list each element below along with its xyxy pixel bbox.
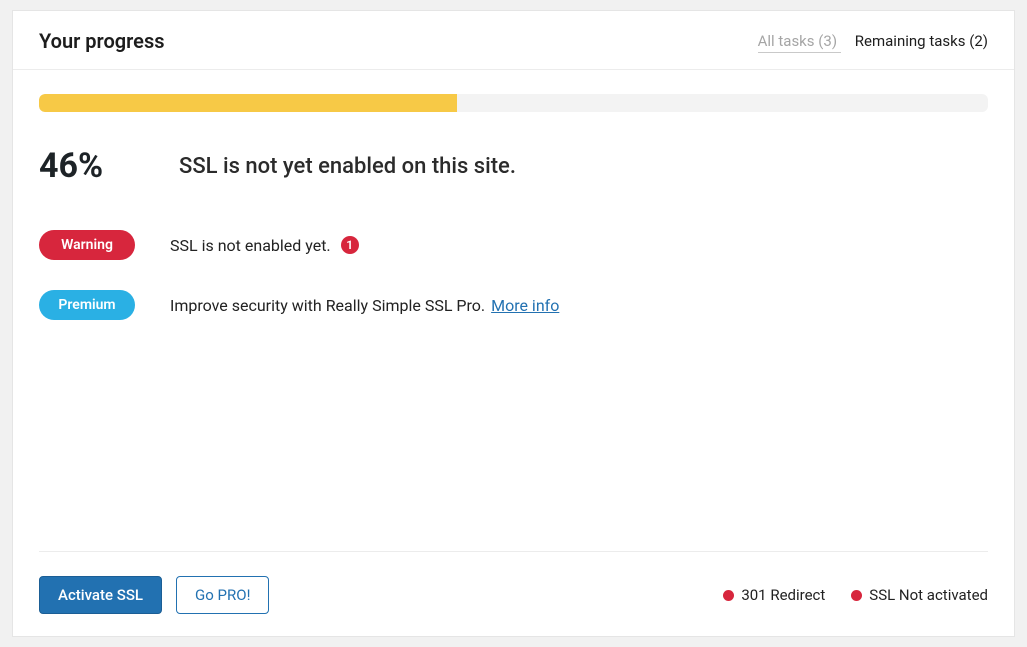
task-warning-badge: 1 <box>341 236 359 254</box>
task-premium-message: Improve security with Really Simple SSL … <box>170 296 485 315</box>
progress-percent: 46% <box>39 146 127 186</box>
more-info-link[interactable]: More info <box>491 296 559 315</box>
task-filter-tabs: All tasks (3) Remaining tasks (2) <box>744 32 988 50</box>
progress-card: Your progress All tasks (3) Remaining ta… <box>12 10 1015 637</box>
card-body: 46% SSL is not yet enabled on this site.… <box>13 70 1014 551</box>
task-list: Warning SSL is not enabled yet. 1 Premiu… <box>39 230 988 320</box>
card-footer: Activate SSL Go PRO! 301 Redirect SSL No… <box>39 551 988 614</box>
tab-remaining-tasks[interactable]: Remaining tasks (2) <box>855 32 988 50</box>
progress-bar <box>39 94 988 112</box>
page-title: Your progress <box>39 29 165 53</box>
task-warning-message: SSL is not enabled yet. <box>170 236 331 255</box>
task-premium-text: Improve security with Really Simple SSL … <box>170 296 559 315</box>
status-ssl-not-activated: SSL Not activated <box>851 586 988 604</box>
status-301-label: 301 Redirect <box>741 586 825 604</box>
card-header: Your progress All tasks (3) Remaining ta… <box>13 11 1014 69</box>
task-row-premium: Premium Improve security with Really Sim… <box>39 290 988 320</box>
tab-all-tasks[interactable]: All tasks (3) <box>758 32 841 53</box>
tab-all-count: (3) <box>818 32 837 50</box>
status-301-redirect: 301 Redirect <box>723 586 825 604</box>
warning-pill: Warning <box>39 230 135 260</box>
premium-pill: Premium <box>39 290 135 320</box>
progress-summary: 46% SSL is not yet enabled on this site. <box>39 146 988 186</box>
progress-summary-text: SSL is not yet enabled on this site. <box>179 154 516 179</box>
tab-remaining-label: Remaining tasks <box>855 32 966 50</box>
tab-all-label: All tasks <box>758 32 815 50</box>
progress-fill <box>39 94 457 112</box>
task-row-warning: Warning SSL is not enabled yet. 1 <box>39 230 988 260</box>
go-pro-button[interactable]: Go PRO! <box>176 576 269 614</box>
activate-ssl-button[interactable]: Activate SSL <box>39 576 162 614</box>
status-ssl-label: SSL Not activated <box>869 586 988 604</box>
status-dot-icon <box>851 590 862 601</box>
status-list: 301 Redirect SSL Not activated <box>723 586 988 604</box>
tab-remaining-count: (2) <box>969 32 988 50</box>
footer-actions: Activate SSL Go PRO! <box>39 576 269 614</box>
task-warning-text: SSL is not enabled yet. 1 <box>170 236 359 255</box>
status-dot-icon <box>723 590 734 601</box>
